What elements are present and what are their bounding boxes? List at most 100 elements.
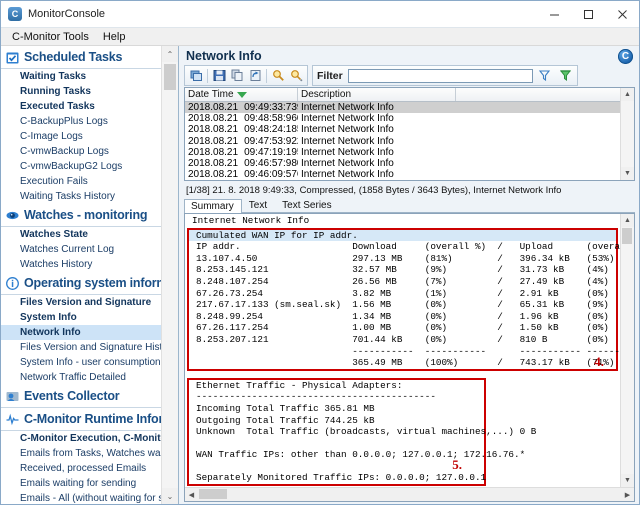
ethernet-traffic-lines: Ethernet Traffic - Physical Adapters: ---…	[189, 380, 536, 484]
sidebar-item-c-vmwbackup-logs[interactable]: C-vmwBackup Logs	[1, 144, 162, 159]
detail-scroll-right-icon[interactable]: ▶	[621, 491, 634, 499]
tab-text-series[interactable]: Text Series	[275, 198, 339, 212]
table-row[interactable]: 2018.08.21 09:46:09:576 Internet Network I…	[185, 169, 620, 180]
detail-scroll-left-icon[interactable]: ◀	[185, 491, 198, 499]
table-row[interactable]: 2018.08.21 09:48:58:960 Internet Network I…	[185, 113, 620, 124]
sidebar-item-system-info-user-consumption[interactable]: System Info - user consumption	[1, 355, 162, 370]
detail-vertical-scrollbar[interactable]: ▲ ▼	[620, 214, 634, 487]
column-header-description-label: Description	[301, 89, 352, 100]
column-header-description[interactable]: Description	[298, 88, 456, 101]
column-header-extra[interactable]	[456, 88, 620, 101]
apply-filter-icon[interactable]	[536, 67, 554, 84]
grid-scroll-down-icon[interactable]: ▼	[621, 167, 634, 180]
detail-scroll-thumb[interactable]	[622, 228, 632, 244]
cm-logo-icon[interactable]: C	[618, 48, 633, 64]
close-button[interactable]	[605, 1, 639, 27]
content-header: Network Info C	[179, 46, 639, 66]
sidebar-section-watches-monitoring[interactable]: Watches - monitoring	[1, 204, 162, 227]
ethernet-traffic-line: Separately Monitored Traffic IPs: 0.0.0.…	[196, 472, 487, 484]
grid-body: 2018.08.21 09:49:33:739 Internet Network I…	[185, 102, 620, 180]
menu-c-monitor-tools[interactable]: C-Monitor Tools	[5, 30, 96, 44]
sidebar-item-emails-all-without-waiting-for-sending[interactable]: Emails - All (without waiting for sendin…	[1, 491, 162, 504]
detail-scroll-up-icon[interactable]: ▲	[621, 214, 634, 227]
table-row[interactable]: 2018.08.21 09:46:57:980 Internet Network I…	[185, 158, 620, 169]
sidebar-item-network-info[interactable]: Network Info	[1, 325, 162, 340]
sidebar-item-c-backupplus-logs[interactable]: C-BackupPlus Logs	[1, 114, 162, 129]
sidebar-section-operating-system-information-s[interactable]: Operating system information's	[1, 272, 162, 295]
sidebar-item-c-image-logs[interactable]: C-Image Logs	[1, 129, 162, 144]
find-next-button[interactable]	[287, 67, 305, 84]
cell-date: 2018.08.21	[188, 113, 239, 125]
ethernet-traffic-section: Ethernet Traffic - Physical Adapters: ---…	[187, 377, 536, 487]
clear-filter-icon[interactable]	[557, 67, 575, 84]
wan-ip-row: 8.248.99.254 1.34 MB (0%) / 1.96 kB (0%)…	[196, 310, 609, 322]
cell-time: 09:46:09:576	[244, 169, 298, 181]
ethernet-traffic-line	[189, 461, 484, 473]
ethernet-traffic-line	[189, 438, 484, 450]
sidebar-scroll-up-icon[interactable]: ⌃	[162, 46, 178, 62]
toolbar-separator-2	[266, 68, 267, 83]
sort-descending-icon	[236, 91, 247, 98]
refresh-button[interactable]	[187, 67, 205, 84]
sidebar-item-received-processed-emails[interactable]: Received, processed Emails	[1, 461, 162, 476]
sidebar-section-events-collector[interactable]: Events Collector	[1, 385, 162, 408]
table-row[interactable]: 2018.08.21 09:47:53:922 Internet Network I…	[185, 136, 620, 147]
sidebar-scrollbar[interactable]: ⌃ ⌄	[161, 46, 178, 504]
cell-description: Internet Network Info	[301, 102, 394, 114]
menu-help[interactable]: Help	[96, 30, 133, 44]
table-row[interactable]: 2018.08.21 09:47:19:195 Internet Network I…	[185, 147, 620, 158]
sidebar-scroll-down-icon[interactable]: ⌄	[162, 488, 178, 504]
sidebar-item-c-vmwbackupg2-logs[interactable]: C-vmwBackupG2 Logs	[1, 159, 162, 174]
detail-panel: Internet Network Info Cumulated WAN IP f…	[184, 213, 635, 502]
sidebar-scroll-thumb[interactable]	[164, 64, 176, 90]
export-button[interactable]	[246, 67, 264, 84]
sidebar-item-watches-state[interactable]: Watches State	[1, 227, 162, 242]
sidebar-item-waiting-tasks[interactable]: Waiting Tasks	[1, 69, 162, 84]
sidebar-item-running-tasks[interactable]: Running Tasks	[1, 84, 162, 99]
detail-horizontal-scrollbar[interactable]: ◀ ▶	[185, 487, 634, 501]
sidebar-item-files-version-and-signature-history[interactable]: Files Version and Signature History	[1, 340, 162, 355]
window-title: MonitorConsole	[28, 8, 106, 20]
sidebar-section-c-monitor-runtime-information[interactable]: C-Monitor Runtime Information	[1, 408, 162, 431]
sidebar-item-executed-tasks[interactable]: Executed Tasks	[1, 99, 162, 114]
filter-input[interactable]	[347, 68, 533, 83]
info-circle-icon	[6, 276, 19, 290]
sidebar-scroll-content: Scheduled Tasks Waiting Tasks Running Task…	[1, 46, 162, 504]
copy-button[interactable]	[228, 67, 246, 84]
sidebar-item-emails-waiting-for-sending[interactable]: Emails waiting for sending	[1, 476, 162, 491]
maximize-button[interactable]	[571, 1, 605, 27]
sidebar: Scheduled Tasks Waiting Tasks Running Task…	[1, 46, 179, 504]
save-button[interactable]	[210, 67, 228, 84]
sidebar-item-network-traffic-detailed[interactable]: Network Traffic Detailed	[1, 370, 162, 385]
detail-hscroll-thumb[interactable]	[199, 489, 227, 499]
table-row[interactable]: 2018.08.21 09:49:33:739 Internet Network I…	[185, 102, 620, 114]
sidebar-item-system-info[interactable]: System Info	[1, 310, 162, 325]
grid-header-row: Date Time Description	[185, 88, 620, 102]
find-button[interactable]	[269, 67, 287, 84]
sidebar-item-c-monitor-execution-c-monitor-log-history[interactable]: C-Monitor Execution, C-Monitor Log Histo…	[1, 431, 162, 446]
tab-text[interactable]: Text	[242, 198, 275, 212]
content-pane: Network Info C Filter Date Time Descript…	[179, 46, 639, 504]
events-collector-icon	[6, 390, 19, 403]
sidebar-item-files-version-and-signature[interactable]: Files Version and Signature	[1, 295, 162, 310]
cumulated-wan-ip-total: 365.49 MB (100%) / 743.17 kB (71%)	[196, 357, 615, 369]
wan-ip-row: 8.253.207.121 701.44 kB (0%) / 810 B (0%…	[196, 333, 609, 345]
cell-date: 2018.08.21	[188, 124, 239, 136]
annotation-marker-4: 4.	[594, 353, 604, 369]
sidebar-item-waiting-tasks-history[interactable]: Waiting Tasks History	[1, 189, 162, 204]
cumulated-wan-ip-section: Cumulated WAN IP for IP addr. IP addr. D…	[187, 227, 620, 371]
minimize-button[interactable]	[537, 1, 571, 27]
table-row[interactable]: 2018.08.21 09:48:24:185 Internet Network I…	[185, 124, 620, 135]
grid-scroll-up-icon[interactable]: ▲	[621, 88, 634, 101]
toolbar: Filter	[184, 65, 635, 86]
sidebar-section-scheduled-tasks[interactable]: Scheduled Tasks	[1, 46, 162, 69]
sidebar-item-execution-fails[interactable]: Execution Fails	[1, 174, 162, 189]
sidebar-item-emails-from-tasks-watches-waiting-for-sending[interactable]: Emails from Tasks, Watches waiting for s…	[1, 446, 162, 461]
grid-scrollbar[interactable]: ▲ ▼	[620, 88, 634, 180]
sidebar-item-watches-current-log[interactable]: Watches Current Log	[1, 242, 162, 257]
column-header-date-time[interactable]: Date Time	[185, 88, 298, 101]
sidebar-item-watches-history[interactable]: Watches History	[1, 257, 162, 272]
title-bar: MonitorConsole	[1, 1, 639, 28]
tab-summary[interactable]: Summary	[184, 199, 242, 213]
detail-scroll-down-icon[interactable]: ▼	[621, 474, 634, 487]
